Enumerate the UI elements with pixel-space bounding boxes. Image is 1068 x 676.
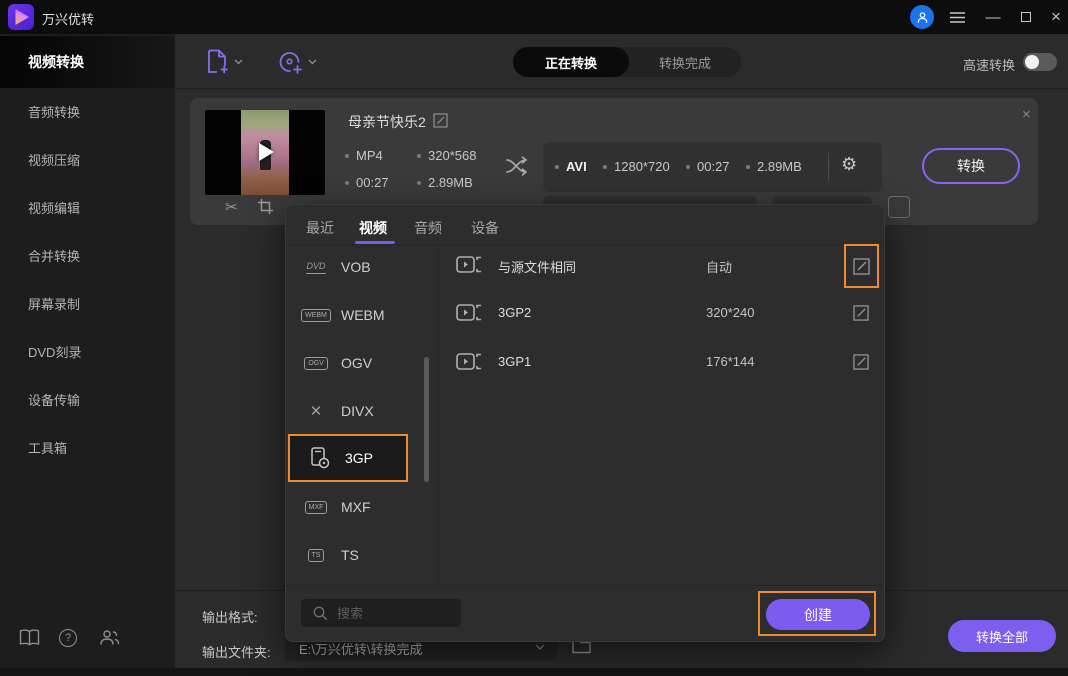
- remove-file-icon[interactable]: ×: [1022, 106, 1031, 123]
- toolbar-divider: [175, 88, 1068, 89]
- preset-row-same-as-source[interactable]: 与源文件相同 自动: [446, 242, 876, 290]
- sidebar-item-toolbox[interactable]: 工具箱: [0, 427, 175, 471]
- tab-finished[interactable]: 转换完成: [629, 47, 741, 77]
- shuffle-transfer-icon: [506, 156, 532, 176]
- video-thumbnail[interactable]: [205, 110, 325, 195]
- camcorder-icon: [456, 303, 482, 323]
- create-button-highlight: 创建: [758, 591, 876, 636]
- titlebar: 万兴优转 — ×: [0, 0, 1068, 34]
- trim-scissors-icon[interactable]: ✂: [225, 198, 238, 216]
- format-item-ogv[interactable]: OGV OGV: [286, 339, 436, 387]
- convert-all-button[interactable]: 转换全部: [948, 620, 1056, 652]
- close-button[interactable]: ×: [1047, 8, 1065, 26]
- format-item-mxf[interactable]: MXF MXF: [286, 483, 436, 531]
- sidebar-item-device-transfer[interactable]: 设备传输: [0, 379, 175, 423]
- preset-edit-highlighted[interactable]: [844, 244, 879, 288]
- popup-tab-recent[interactable]: 最近: [306, 218, 334, 238]
- play-icon[interactable]: [259, 143, 274, 161]
- format-item-webm[interactable]: WEBM WEBM: [286, 291, 436, 339]
- menu-icon[interactable]: [948, 8, 966, 26]
- rename-edit-icon[interactable]: [433, 113, 448, 128]
- app-window: 万兴优转 — × 视频转换 音频转换 视频压缩 视频编辑 合并转换 屏幕录制 D…: [0, 0, 1068, 676]
- format-item-ts[interactable]: TS TS: [286, 531, 436, 579]
- search-icon: [313, 606, 328, 621]
- camcorder-icon: [456, 255, 482, 275]
- sidebar-item-merge-convert[interactable]: 合并转换: [0, 235, 175, 279]
- target-size: 2.89MB: [757, 159, 802, 174]
- mxf-icon: MXF: [301, 501, 331, 514]
- high-speed-toggle[interactable]: [1023, 53, 1057, 71]
- format-item-3gp-selected[interactable]: 3GP: [288, 434, 408, 482]
- folder-select-chevron: [535, 644, 545, 650]
- crop-icon[interactable]: [258, 199, 273, 214]
- maximize-button[interactable]: [1017, 8, 1035, 26]
- guide-book-icon[interactable]: [19, 629, 40, 646]
- tab-converting[interactable]: 正在转换: [513, 47, 629, 77]
- file-title: 母亲节快乐2: [348, 112, 426, 132]
- convert-button[interactable]: 转换: [922, 148, 1020, 184]
- divx-icon: ✕: [301, 402, 331, 420]
- format-select-popup: 最近 视频 音频 设备 DVD VOB WEBM WEBM OGV OGV ✕ …: [285, 204, 885, 642]
- target-settings-box: AVI 1280*720 00:27 2.89MB ⚙: [543, 142, 882, 192]
- source-resolution: 320*568: [428, 148, 476, 163]
- sidebar-item-video-edit[interactable]: 视频编辑: [0, 187, 175, 231]
- create-button[interactable]: 创建: [766, 599, 870, 630]
- user-icon: [916, 11, 929, 24]
- output-folder-label: 输出文件夹:: [202, 642, 271, 661]
- preset-edit-icon[interactable]: [853, 305, 869, 321]
- search-input[interactable]: [337, 599, 455, 627]
- format-item-divx[interactable]: ✕ DIVX: [286, 387, 436, 435]
- camcorder-icon: [456, 352, 482, 372]
- settings-gear-icon[interactable]: ⚙: [841, 154, 857, 175]
- high-speed-label: 高速转换: [963, 55, 1015, 74]
- format-search[interactable]: [301, 599, 461, 627]
- preset-row-3gp1[interactable]: 3GP1 176*144: [446, 339, 876, 387]
- sidebar-item-video-compress[interactable]: 视频压缩: [0, 139, 175, 183]
- sidebar: 视频转换 音频转换 视频压缩 视频编辑 合并转换 屏幕录制 DVD刻录 设备传输…: [0, 34, 175, 668]
- app-logo-icon: [8, 4, 34, 30]
- target-duration: 00:27: [697, 159, 730, 174]
- popup-tab-video[interactable]: 视频: [359, 218, 387, 238]
- help-icon[interactable]: ?: [59, 629, 77, 647]
- add-dvd-button[interactable]: [277, 49, 303, 75]
- source-size: 2.89MB: [428, 175, 473, 190]
- ts-icon: TS: [301, 549, 331, 562]
- window-bottom-edge: [0, 668, 1068, 676]
- source-format: MP4: [356, 148, 383, 163]
- sidebar-item-video-convert[interactable]: 视频转换: [0, 36, 175, 88]
- target-resolution: 1280*720: [614, 159, 670, 174]
- convert-tabs: 正在转换 转换完成: [513, 47, 741, 77]
- add-file-dropdown-chevron[interactable]: [234, 59, 243, 65]
- app-title: 万兴优转: [42, 9, 94, 28]
- target-option-icon[interactable]: [888, 196, 910, 218]
- format-list-scrollbar[interactable]: [424, 357, 429, 482]
- 3gp-phone-icon: [305, 447, 335, 469]
- popup-tab-audio[interactable]: 音频: [414, 218, 442, 238]
- sidebar-item-audio-convert[interactable]: 音频转换: [0, 91, 175, 135]
- community-icon[interactable]: [99, 629, 120, 646]
- preset-row-3gp2[interactable]: 3GP2 320*240: [446, 290, 876, 338]
- account-avatar[interactable]: [910, 5, 934, 29]
- preset-edit-icon[interactable]: [853, 354, 869, 370]
- add-dvd-dropdown-chevron[interactable]: [308, 59, 317, 65]
- format-item-vob[interactable]: DVD VOB: [286, 243, 436, 291]
- minimize-button[interactable]: —: [984, 8, 1002, 26]
- popup-tab-device[interactable]: 设备: [471, 218, 499, 238]
- sidebar-item-screen-record[interactable]: 屏幕录制: [0, 283, 175, 327]
- output-format-label: 输出格式:: [202, 607, 258, 626]
- ogv-icon: OGV: [301, 357, 331, 370]
- source-duration: 00:27: [356, 175, 389, 190]
- vob-dvd-icon: DVD: [301, 261, 331, 274]
- webm-icon: WEBM: [301, 309, 331, 322]
- target-format: AVI: [566, 159, 587, 174]
- add-file-button[interactable]: [206, 49, 228, 74]
- sidebar-item-dvd-burn[interactable]: DVD刻录: [0, 331, 175, 375]
